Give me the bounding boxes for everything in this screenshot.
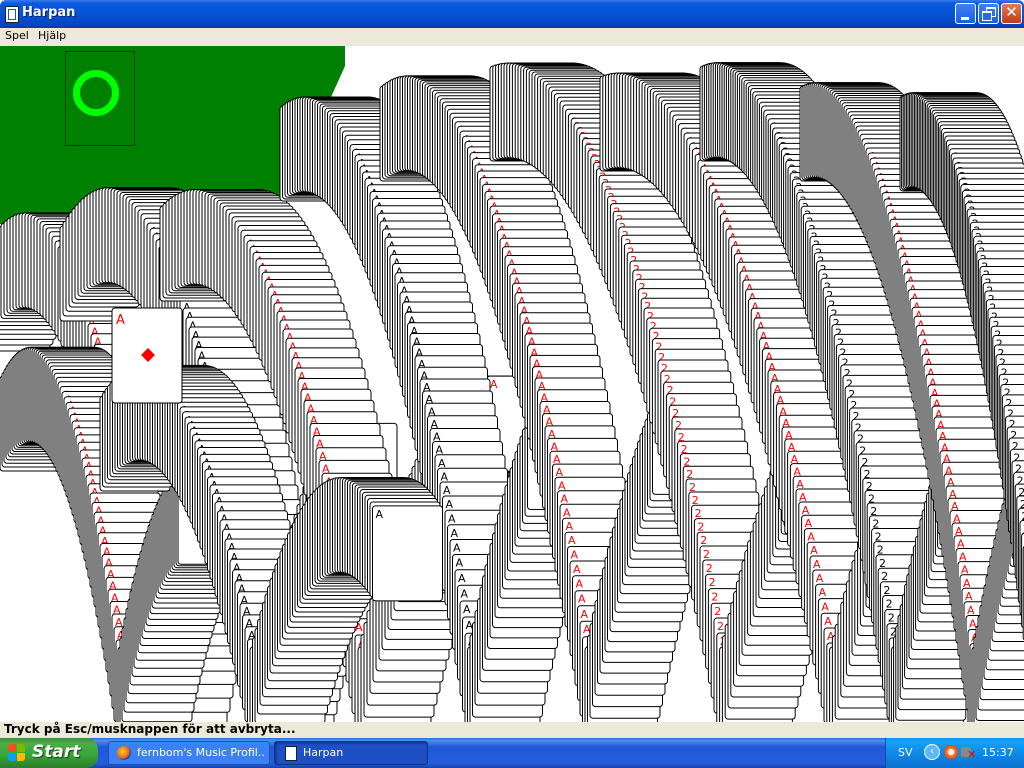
card-rank-label: A <box>578 593 586 606</box>
card-rank-label: A <box>965 590 973 603</box>
card-rank-label: A <box>461 587 469 600</box>
window-title: Harpan <box>22 5 76 20</box>
card-rank-label: A <box>967 604 975 617</box>
solitaire-icon <box>5 6 19 23</box>
card-rank-label: 2 <box>883 584 890 597</box>
start-button[interactable]: Start <box>0 738 98 768</box>
card-rank-label: 2 <box>714 605 721 618</box>
restart-ring-icon[interactable] <box>73 70 119 116</box>
card-rank-label: 2 <box>709 576 716 589</box>
network-icon[interactable] <box>944 745 958 759</box>
card-rank-label: A <box>807 531 815 544</box>
taskbar: Start fernbom's Music Profil... Harpan S… <box>0 738 1024 768</box>
card-rank-label: A <box>819 586 827 599</box>
card-rank-label: A <box>443 484 451 497</box>
status-text: Tryck på Esc/musknappen för att avbryta.… <box>4 722 296 736</box>
card-rank-label: 2 <box>886 598 893 611</box>
game-area[interactable]: AAAAAAAAAAAAAAAAAAAAAAAAAAAAAAAAAAAAAAAA… <box>0 46 1024 722</box>
card-rank-label: A <box>453 542 461 555</box>
card-rank-label: 2 <box>881 570 888 583</box>
clock[interactable]: 15:37 <box>982 746 1014 759</box>
card-rank-label: 2 <box>700 534 707 547</box>
card-rank-label: 2 <box>697 521 704 534</box>
card-rank-label: A <box>816 572 824 585</box>
taskbar-item-label: fernbom's Music Profil... <box>137 746 265 759</box>
system-tray: SV ‹ ✕ 15:37 <box>885 738 1024 768</box>
menu-spel[interactable]: Spel <box>5 29 29 42</box>
card-rank-label: 2 <box>703 548 710 561</box>
card-cascade: AAAAAAAAAAAAAAAAAAAAAAAAAAAAAAAAAAAAAAAA… <box>0 46 1024 722</box>
card-rank-label: 2 <box>717 620 724 633</box>
card-rank-label: A <box>116 313 125 328</box>
card-rank-label: 2 <box>711 591 718 604</box>
card-rank-label: A <box>441 470 449 483</box>
card-rank-label: A <box>376 508 384 521</box>
taskbar-item-firefox[interactable]: fernbom's Music Profil... <box>108 741 270 765</box>
close-button[interactable]: ✕ <box>1001 3 1022 24</box>
card-rank-label: A <box>571 549 579 562</box>
close-icon: ✕ <box>1005 3 1018 21</box>
card-rank-label: A <box>456 557 464 570</box>
card-rank-label: A <box>576 578 584 591</box>
solitaire-icon <box>285 746 297 761</box>
minimize-button[interactable] <box>955 3 976 24</box>
card-rank-label: A <box>561 493 569 506</box>
card-rank-label: A <box>451 527 459 540</box>
ace-of-diamonds-card: A <box>111 307 183 404</box>
card-rank-label: A <box>581 608 589 621</box>
status-bar: Tryck på Esc/musknappen för att avbryta.… <box>0 722 1024 738</box>
card-rank-label: A <box>446 498 454 511</box>
card-rank-label: A <box>568 534 576 547</box>
card-rank-label: A <box>824 615 832 628</box>
menu-hjalp[interactable]: Hjälp <box>38 29 66 42</box>
security-alert-icon[interactable]: ✕ <box>961 745 976 761</box>
card-rank-label: A <box>490 378 498 391</box>
card-rank-label: A <box>813 558 821 571</box>
restore-button[interactable] <box>978 3 999 24</box>
title-bar[interactable]: Harpan ✕ <box>0 0 1024 28</box>
card-rank-label: A <box>448 512 456 525</box>
stock-slot[interactable] <box>65 51 135 146</box>
start-label: Start <box>32 742 81 762</box>
restore-icon-front <box>982 11 992 21</box>
firefox-icon <box>117 746 131 760</box>
card-rank-label: A <box>810 544 818 557</box>
card-rank-label: 2 <box>888 612 895 625</box>
card-rank-label: A <box>458 572 466 585</box>
card-rank-label: A <box>573 563 581 576</box>
taskbar-item-label: Harpan <box>303 746 344 759</box>
taskbar-item-harpan[interactable]: Harpan <box>274 741 428 765</box>
windows-logo-icon <box>8 744 26 762</box>
card-rank-label: A <box>563 506 571 519</box>
language-indicator[interactable]: SV <box>898 746 913 759</box>
card-rank-label: A <box>566 520 574 533</box>
card-rank-label: 2 <box>706 562 713 575</box>
card-rank-label: A <box>821 601 829 614</box>
minimize-icon <box>961 17 969 20</box>
menu-bar: Spel Hjälp <box>0 28 1024 46</box>
show-hidden-icons-button[interactable]: ‹ <box>924 744 940 760</box>
card-rank-label: A <box>463 603 471 616</box>
